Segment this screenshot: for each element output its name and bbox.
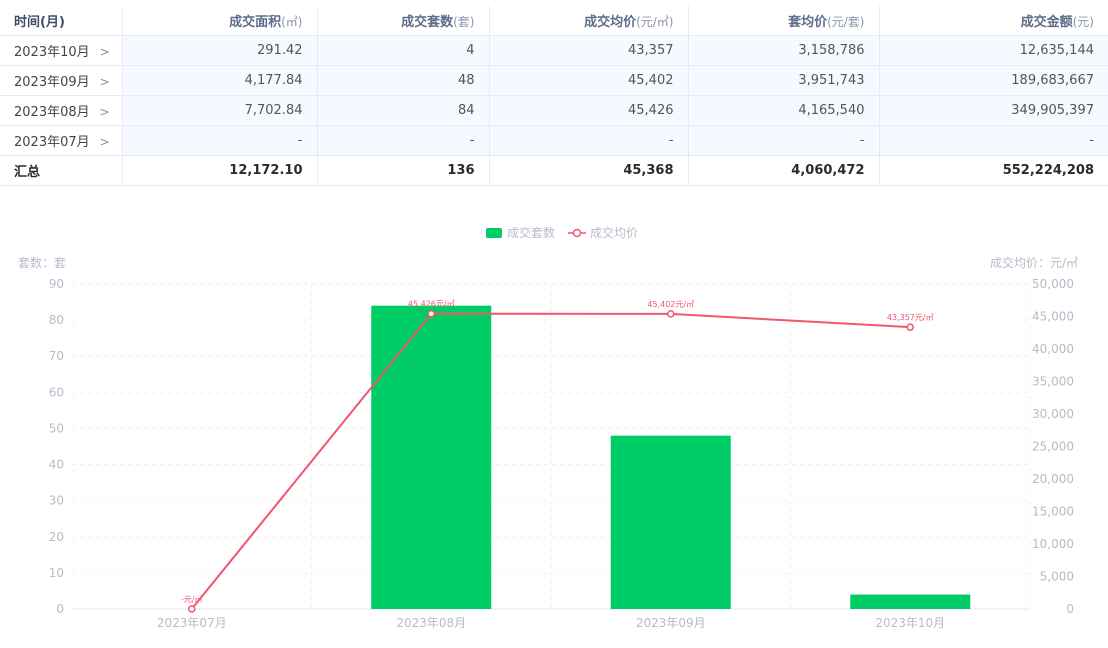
- left-tick-label: 90: [49, 277, 64, 291]
- table-row[interactable]: 2023年09月 > 4,177.84 48 45,402 3,951,743 1…: [0, 65, 1108, 96]
- x-tick-label: 2023年10月: [875, 616, 945, 630]
- x-tick-label: 2023年07月: [157, 616, 227, 630]
- right-tick-label: 50,000: [1032, 277, 1074, 291]
- left-tick-label: 20: [49, 530, 64, 544]
- cell-unit-price: 4,165,540: [688, 95, 880, 126]
- combo-chart: 成交套数 成交均价套数：套 成交均价：元/㎡ 0 10 20 30 40 50 60 70 80 90 0…: [0, 212, 1108, 644]
- right-tick-label: 5,000: [1040, 570, 1074, 584]
- cell-count: 84: [317, 95, 490, 126]
- legend-bar-swatch[interactable]: [486, 228, 502, 238]
- cell-unit-price: -: [688, 125, 880, 156]
- header-count[interactable]: 成交套数(套): [317, 6, 490, 36]
- line-data-label: 45,426元/㎡: [408, 300, 455, 309]
- cell-count: 48: [317, 65, 490, 96]
- bar[interactable]: [850, 594, 971, 609]
- x-tick-label: 2023年08月: [396, 616, 466, 630]
- cell-count: 4: [317, 35, 490, 66]
- left-tick-label: 60: [49, 385, 64, 399]
- data-table: 时间(月) 成交面积(㎡) 成交套数(套) 成交均价(元/㎡) 套均价(元/套)…: [0, 6, 1108, 186]
- header-month[interactable]: 时间(月): [0, 6, 123, 36]
- right-tick-label: 25,000: [1032, 440, 1074, 454]
- total-label: 汇总: [0, 155, 123, 186]
- left-tick-label: 80: [49, 313, 64, 327]
- right-tick-label: 45,000: [1032, 310, 1074, 324]
- table-row[interactable]: 2023年07月 > - - - - -: [0, 125, 1108, 156]
- line-point[interactable]: [188, 605, 196, 613]
- legend-label-bar[interactable]: 成交套数: [507, 225, 555, 240]
- cell-amount: 189,683,667: [879, 65, 1108, 96]
- bar[interactable]: [610, 435, 731, 609]
- cell-avg-price: 45,402: [489, 65, 689, 96]
- table-row[interactable]: 2023年10月 > 291.42 4 43,357 3,158,786 12,6…: [0, 35, 1108, 66]
- chevron-right-icon[interactable]: >: [100, 105, 110, 119]
- right-tick-label: 20,000: [1032, 472, 1074, 486]
- line-point[interactable]: [427, 309, 435, 318]
- bar[interactable]: [371, 305, 492, 609]
- right-tick-label: 40,000: [1032, 342, 1074, 356]
- right-tick-label: 0: [1066, 602, 1074, 616]
- right-tick-label: 30,000: [1032, 407, 1074, 421]
- cell-month[interactable]: 2023年09月 >: [0, 65, 123, 96]
- cell-month[interactable]: 2023年07月 >: [0, 125, 123, 156]
- header-area[interactable]: 成交面积(㎡): [122, 6, 318, 36]
- cell-amount: 12,635,144: [879, 35, 1108, 66]
- cell-area: 291.42: [122, 35, 318, 66]
- total-count: 136: [317, 155, 490, 186]
- legend-label-line[interactable]: 成交均价: [590, 225, 638, 240]
- total-area: 12,172.10: [122, 155, 318, 186]
- cell-area: 4,177.84: [122, 65, 318, 96]
- header-avg-price[interactable]: 成交均价(元/㎡): [489, 6, 689, 36]
- total-avg-price: 45,368: [489, 155, 689, 186]
- table-header-row: 时间(月) 成交面积(㎡) 成交套数(套) 成交均价(元/㎡) 套均价(元/套)…: [0, 6, 1108, 36]
- data-table-container: 时间(月) 成交面积(㎡) 成交套数(套) 成交均价(元/㎡) 套均价(元/套)…: [0, 6, 1108, 186]
- legend-line-marker[interactable]: [572, 228, 582, 238]
- left-tick-label: 30: [49, 494, 64, 508]
- left-tick-label: 0: [56, 602, 64, 616]
- chevron-right-icon[interactable]: >: [100, 75, 110, 89]
- cell-avg-price: 43,357: [489, 35, 689, 66]
- cell-amount: -: [879, 125, 1108, 156]
- cell-unit-price: 3,158,786: [688, 35, 880, 66]
- cell-month[interactable]: 2023年08月 >: [0, 95, 123, 126]
- right-tick-label: 35,000: [1032, 375, 1074, 389]
- left-axis-title: 套数：套: [18, 255, 66, 270]
- right-axis-title: 成交均价：元/㎡: [990, 255, 1078, 270]
- header-amount[interactable]: 成交金额(元): [879, 6, 1108, 36]
- cell-avg-price: 45,426: [489, 95, 689, 126]
- right-tick-label: 10,000: [1032, 537, 1074, 551]
- x-tick-label: 2023年09月: [636, 616, 706, 630]
- cell-unit-price: 3,951,743: [688, 65, 880, 96]
- line-point[interactable]: [906, 323, 914, 331]
- line-data-label: -元/㎡: [181, 595, 203, 604]
- chevron-right-icon[interactable]: >: [100, 135, 110, 149]
- cell-avg-price: -: [489, 125, 689, 156]
- left-tick-label: 50: [49, 421, 64, 435]
- cell-month[interactable]: 2023年10月 >: [0, 35, 123, 66]
- line-point[interactable]: [667, 310, 675, 318]
- header-unit-price[interactable]: 套均价(元/套): [688, 6, 880, 36]
- cell-area: 7,702.84: [122, 95, 318, 126]
- left-tick-label: 10: [49, 566, 64, 580]
- left-tick-label: 70: [49, 349, 64, 363]
- line-data-label: 43,357元/㎡: [887, 313, 934, 322]
- cell-count: -: [317, 125, 490, 156]
- chart-svg: 成交套数 成交均价套数：套 成交均价：元/㎡ 0 10 20 30 40 50 60 70 80 90 0…: [18, 225, 1078, 630]
- table-row[interactable]: 2023年08月 > 7,702.84 84 45,426 4,165,540 3…: [0, 95, 1108, 126]
- total-amount: 552,224,208: [879, 155, 1108, 186]
- chevron-right-icon[interactable]: >: [100, 45, 110, 59]
- line-data-label: 45,402元/㎡: [647, 300, 694, 309]
- table-total-row: 汇总 12,172.10 136 45,368 4,060,472 552,22…: [0, 155, 1108, 186]
- left-tick-label: 40: [49, 458, 64, 472]
- total-unit-price: 4,060,472: [688, 155, 880, 186]
- cell-area: -: [122, 125, 318, 156]
- right-tick-label: 15,000: [1032, 505, 1074, 519]
- cell-amount: 349,905,397: [879, 95, 1108, 126]
